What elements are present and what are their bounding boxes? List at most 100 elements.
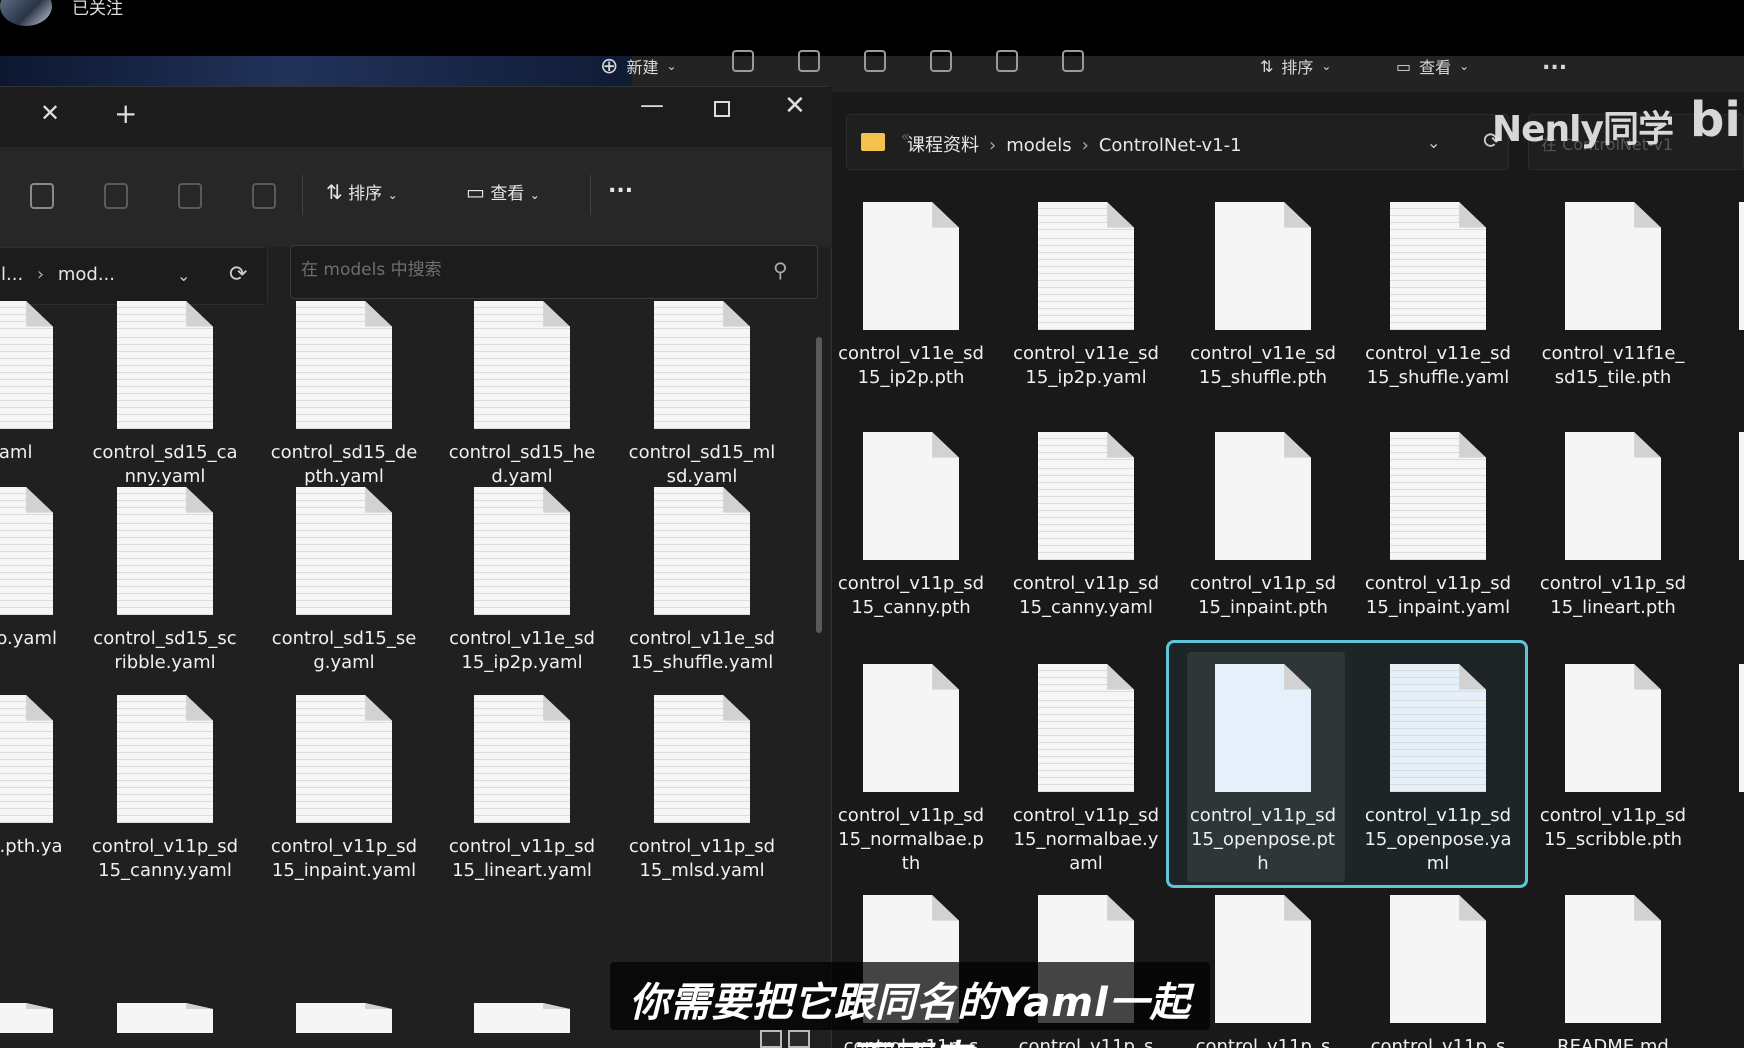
file-item[interactable]: d15_o.yaml [0, 487, 80, 651]
file-icon [1215, 432, 1311, 560]
minimize-icon[interactable]: — [640, 91, 664, 119]
file-item[interactable]: control_v11p_sd15_canny.pth [836, 432, 986, 620]
file-item[interactable]: control_v11p_sd15_canny.yaml [90, 695, 240, 883]
details-view-icon[interactable] [760, 1030, 782, 1048]
file-icon[interactable] [474, 1003, 570, 1033]
file-item[interactable]: control_sd15_scribble.yaml [90, 487, 240, 675]
file-item[interactable]: control_sd15_hed.yaml [447, 301, 597, 489]
search-icon[interactable]: ⚲ [773, 258, 788, 282]
file-item[interactable]: 11f1p.pth.ya [0, 695, 80, 859]
file-item[interactable]: co sc [1712, 202, 1744, 366]
delete-icon[interactable] [1062, 50, 1084, 72]
file-item[interactable]: control_sd15_canny.yaml [90, 301, 240, 489]
share-icon[interactable] [996, 50, 1018, 72]
file-item[interactable]: control_v11e_sd15_ip2p.yaml [447, 487, 597, 675]
file-item[interactable]: control_v11e_sd15_ip2p.yaml [1011, 202, 1161, 390]
file-item[interactable]: control_v11e_sd15_shuffle.yaml [627, 487, 777, 675]
left-sort-button[interactable]: ⇅ 排序 ⌄ [326, 179, 398, 204]
delete-icon[interactable] [252, 183, 276, 209]
file-icon[interactable] [0, 1003, 53, 1033]
toolbar-divider [590, 175, 591, 215]
scrollbar-thumb[interactable] [816, 337, 822, 633]
file-item[interactable]: control_sd15_seg.yaml [269, 487, 419, 675]
file-item[interactable]: control_v11p_sd15_inpaint.yaml [269, 695, 419, 883]
file-item[interactable]: control_v11p_s [1363, 895, 1513, 1048]
right-more-button[interactable]: ... [1542, 46, 1567, 78]
rename-icon[interactable] [104, 183, 128, 209]
large-icons-view-icon[interactable] [788, 1030, 810, 1048]
maximize-icon[interactable] [714, 101, 730, 117]
file-item[interactable]: control_v11p_sd15_scribble.pth [1538, 664, 1688, 852]
refresh-icon[interactable]: ⟳ [229, 262, 247, 287]
file-item[interactable]: control_v11p_sd15_inpaint.yaml [1363, 432, 1513, 620]
file-icon [654, 695, 750, 823]
right-sort-button[interactable]: ⇅ 排序 ⌄ [1260, 50, 1331, 82]
breadcrumb-item-current[interactable]: mod... [58, 264, 115, 285]
paste-icon[interactable] [30, 183, 54, 209]
search-input[interactable] [301, 260, 741, 280]
left-view-button[interactable]: ▭ 查看 ⌄ [466, 179, 540, 204]
left-search-box: ⚲ [290, 245, 818, 299]
file-item[interactable]: control_v11f1e_sd15_tile.pth [1538, 202, 1688, 390]
file-icon [863, 432, 959, 560]
file-item[interactable]: control_v11p_sd15_lineart.yaml [447, 695, 597, 883]
file-item[interactable]: control_sd15_mlsd.yaml [627, 301, 777, 489]
file-icon [1390, 895, 1486, 1023]
file-item[interactable]: co d1 [1712, 664, 1744, 828]
chevron-down-icon[interactable]: ⌄ [177, 266, 190, 285]
new-tab-icon[interactable]: + [114, 97, 137, 130]
left-more-button[interactable]: ... [608, 173, 633, 198]
follow-status[interactable]: 已关注 [72, 0, 123, 19]
file-name: control_v11e_sd15_shuffle.pth [1190, 343, 1336, 388]
breadcrumb-item-course[interactable]: 课程资料 [907, 135, 979, 156]
file-item[interactable]: README.md [1538, 895, 1688, 1048]
file-icon[interactable] [296, 1003, 392, 1033]
tab-close-icon[interactable]: ✕ [40, 99, 60, 127]
file-item[interactable]: control_v11p_sd15_normalbae.pth [836, 664, 986, 876]
file-name: control_v11p_sd15_lineart.yaml [448, 836, 596, 881]
file-icon[interactable] [117, 1003, 213, 1033]
file-item[interactable]: control_v11p_s [1188, 895, 1338, 1048]
file-item[interactable]: control_v11p_sd15_mlsd.yaml [627, 695, 777, 883]
file-name: co d1 [1712, 804, 1744, 828]
file-name: control_v11p_sd15_mlsd.yaml [628, 836, 776, 881]
file-item[interactable]: control_v11p_sd15_openpose.pth [1188, 664, 1338, 876]
window-close-icon[interactable]: ✕ [784, 91, 806, 121]
file-item[interactable]: control_sd15_depth.yaml [269, 301, 419, 489]
file-item[interactable]: control_v11p_sd15_inpaint.pth [1188, 432, 1338, 620]
file-item[interactable]: control_v11e_sd15_ip2p.pth [836, 202, 986, 390]
file-icon [1038, 664, 1134, 792]
paste-icon[interactable] [864, 50, 886, 72]
file-name: control_v11p_s [1370, 1036, 1506, 1048]
file-icon [0, 487, 53, 615]
file-icon [1215, 664, 1311, 792]
chevron-down-icon: ⌄ [529, 188, 540, 202]
file-item[interactable]: control_v11e_sd15_shuffle.pth [1188, 202, 1338, 390]
file-item[interactable]: control_v11p_sd15_lineart.pth [1538, 432, 1688, 620]
right-address-bar[interactable]: « 课程资料 › models › ControlNet-v1-1 ⌄ ⟳ [846, 114, 1509, 170]
cut-icon[interactable] [732, 50, 754, 72]
new-button[interactable]: ⊕ 新建 ⌄ [600, 50, 677, 82]
new-label: 新建 [626, 58, 659, 77]
left-address-bar[interactable]: l... › mod... ⌄ ⟳ [0, 247, 268, 305]
breadcrumb-item-parent[interactable]: l... [1, 264, 23, 285]
right-view-button[interactable]: ▭ 查看 ⌄ [1396, 50, 1469, 82]
chevron-down-icon[interactable]: ⌄ [1427, 133, 1440, 152]
file-name: control_v11e_sd15_ip2p.yaml [1013, 343, 1159, 388]
file-item[interactable]: control_v11p_sd15_normalbae.yaml [1011, 664, 1161, 876]
watermark-text: Nenly同学 [1492, 109, 1674, 150]
share-icon[interactable] [178, 183, 202, 209]
avatar[interactable] [0, 0, 52, 26]
copy-icon[interactable] [798, 50, 820, 72]
breadcrumb-item-controlnet[interactable]: ControlNet-v1-1 [1099, 135, 1242, 156]
video-subtitle: 你需要把它跟同名的Yaml一起下下来 [610, 962, 1210, 1048]
file-item[interactable]: l.yaml [0, 301, 80, 465]
breadcrumb-item-models[interactable]: models [1006, 135, 1071, 156]
rename-icon[interactable] [930, 50, 952, 72]
sort-label: 排序 [348, 184, 383, 204]
file-item[interactable]: control_v11p_sd15_openpose.yaml [1363, 664, 1513, 876]
file-item[interactable]: control_v11e_sd15_shuffle.yaml [1363, 202, 1513, 390]
file-item[interactable]: control_v11p_sd15_canny.yaml [1011, 432, 1161, 620]
chevron-right-icon: › [1081, 135, 1089, 156]
file-item[interactable]: co d1 [1712, 432, 1744, 596]
